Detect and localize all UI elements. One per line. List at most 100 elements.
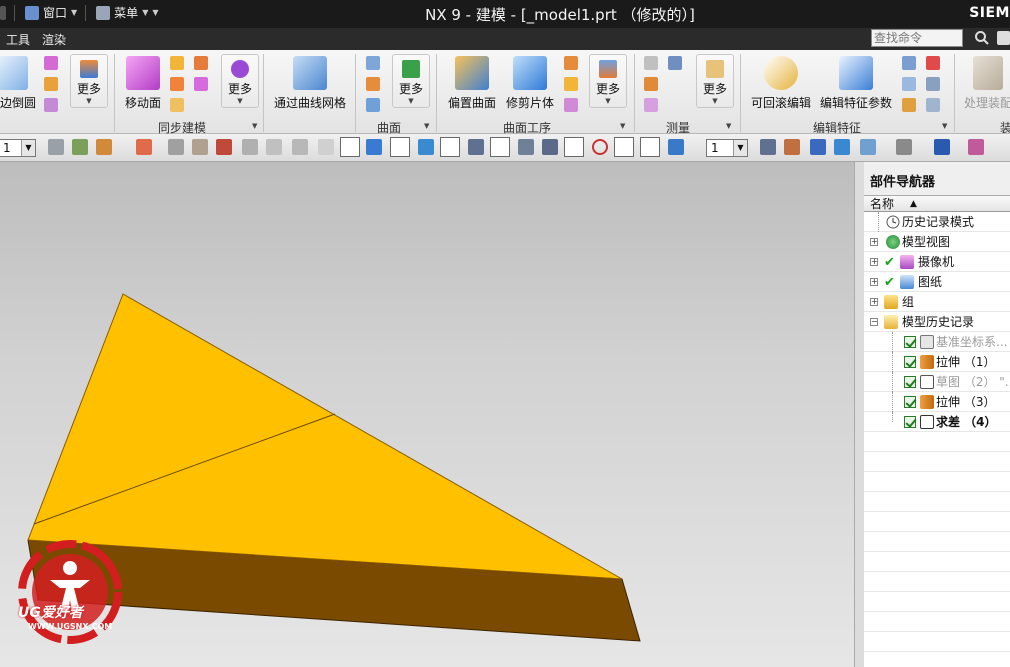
expand-icon[interactable]: +: [870, 258, 878, 266]
visibility-checkbox[interactable]: [904, 416, 916, 428]
render-style-icon[interactable]: [860, 139, 876, 155]
process-assembly-button[interactable]: 处理装配: [960, 56, 1010, 111]
scale-combo[interactable]: 1 ▼: [706, 139, 748, 157]
swept-icon[interactable]: [366, 77, 380, 91]
tree-row-extrude-1[interactable]: 拉伸 （1）: [864, 352, 1010, 372]
measure-distance-icon[interactable]: [644, 56, 658, 70]
replace-face-icon[interactable]: [170, 98, 184, 112]
fit-view-icon[interactable]: [760, 139, 776, 155]
help-icon[interactable]: [996, 30, 1010, 46]
intersection-toggle[interactable]: [490, 137, 510, 157]
search-icon[interactable]: [974, 30, 990, 46]
through-curve-mesh-button[interactable]: 通过曲线网格: [270, 56, 350, 111]
measure-body-icon[interactable]: [644, 98, 658, 112]
component-filter-icon[interactable]: [318, 139, 334, 155]
tree-row-sketch-2[interactable]: 草图 （2） "...: [864, 372, 1010, 392]
group-expand-icon[interactable]: ▼: [252, 122, 257, 130]
pull-face-icon[interactable]: [170, 56, 184, 70]
wcs-icon[interactable]: [934, 139, 950, 155]
tree-row-history-mode[interactable]: 历史记录模式: [864, 212, 1010, 232]
edit-section-icon[interactable]: [968, 139, 984, 155]
menu-render[interactable]: 渲染: [42, 31, 66, 48]
model-top-face[interactable]: [27, 293, 623, 580]
select-body-toggle[interactable]: [340, 137, 360, 157]
collapse-icon[interactable]: −: [870, 318, 878, 326]
remove-params-icon[interactable]: [926, 98, 940, 112]
chamfer-icon[interactable]: [44, 56, 58, 70]
midpoint-icon[interactable]: [418, 139, 434, 155]
measure-angle-icon[interactable]: [644, 77, 658, 91]
quadrant-icon[interactable]: [592, 139, 608, 155]
offset-region-icon[interactable]: [170, 77, 184, 91]
simple-distance-icon[interactable]: [668, 56, 682, 70]
draft-icon[interactable]: [44, 98, 58, 112]
point-on-curve-toggle[interactable]: [640, 137, 660, 157]
curve-rule-icon[interactable]: [168, 139, 184, 155]
resize-blend-icon[interactable]: [194, 56, 208, 70]
view-triad-icon[interactable]: [668, 139, 684, 155]
existing-point-toggle[interactable]: [614, 137, 634, 157]
control-point-icon[interactable]: [468, 139, 484, 155]
arc-center-toggle[interactable]: [564, 137, 584, 157]
panel-splitter[interactable]: [854, 162, 864, 667]
edit-position-icon[interactable]: [902, 56, 916, 70]
face-rule-icon[interactable]: [192, 139, 208, 155]
column-header-name[interactable]: 名称 ▲: [864, 196, 1010, 212]
surface-more-button[interactable]: 更多 ▼: [392, 54, 430, 108]
trim-sheet-button[interactable]: 修剪片体: [502, 56, 558, 111]
surface-ops-more-button[interactable]: 更多 ▼: [589, 54, 627, 108]
endpoint-toggle[interactable]: [440, 137, 460, 157]
unsuppress-feature-icon[interactable]: [926, 77, 940, 91]
reorder-feature-icon[interactable]: [902, 98, 916, 112]
sync-more-button[interactable]: 更多 ▼: [221, 54, 259, 108]
selection-scope-icon[interactable]: [72, 139, 88, 155]
expand-icon[interactable]: +: [870, 238, 878, 246]
zoom-icon[interactable]: [784, 139, 800, 155]
menu-tools[interactable]: 工具: [6, 31, 30, 48]
snap-icon[interactable]: [48, 139, 64, 155]
visibility-checkbox[interactable]: [904, 376, 916, 388]
tree-row-datum-csys[interactable]: 基准坐标系...: [864, 332, 1010, 352]
command-search-input[interactable]: 查找命令: [871, 29, 963, 47]
expand-icon[interactable]: +: [870, 298, 878, 306]
tree-row-model-history[interactable]: − 模型历史记录: [864, 312, 1010, 332]
replace-feature-icon[interactable]: [902, 77, 916, 91]
expand-icon[interactable]: +: [870, 278, 878, 286]
offset-surface-button[interactable]: 偏置曲面: [444, 56, 500, 111]
group-expand-icon[interactable]: ▼: [620, 122, 625, 130]
shell-icon[interactable]: [44, 77, 58, 91]
studio-surface-icon[interactable]: [366, 98, 380, 112]
edit-feature-params-button[interactable]: 编辑特征参数: [816, 56, 896, 111]
group-expand-icon[interactable]: ▼: [942, 122, 947, 130]
sort-ascending-icon[interactable]: ▲: [910, 196, 917, 212]
group-expand-icon[interactable]: ▼: [424, 122, 429, 130]
visibility-checkbox[interactable]: [904, 396, 916, 408]
delete-face-icon[interactable]: [194, 77, 208, 91]
tree-row-drawings[interactable]: + ✔ 图纸: [864, 272, 1010, 292]
rotate-icon[interactable]: [810, 139, 826, 155]
type-filter-combo[interactable]: 1 ▼: [0, 139, 36, 157]
suppress-feature-icon[interactable]: [926, 56, 940, 70]
move-face-button[interactable]: 移动面: [120, 56, 166, 111]
sew-icon[interactable]: [564, 98, 578, 112]
rollback-edit-button[interactable]: 可回滚编辑: [748, 56, 814, 111]
point-snap-icon[interactable]: [136, 139, 152, 155]
thicken-icon[interactable]: [564, 77, 578, 91]
body-filter-icon[interactable]: [292, 139, 308, 155]
tree-row-extrude-3[interactable]: 拉伸 （3）: [864, 392, 1010, 412]
tree-row-model-views[interactable]: + 模型视图: [864, 232, 1010, 252]
edge-blend-button[interactable]: 边倒圆: [0, 56, 38, 111]
point-on-face-icon[interactable]: [366, 139, 382, 155]
tree-row-cameras[interactable]: + ✔ 摄像机: [864, 252, 1010, 272]
measure-more-button[interactable]: 更多 ▼: [696, 54, 734, 108]
visibility-checkbox[interactable]: [904, 356, 916, 368]
tangent-point-icon[interactable]: [542, 139, 558, 155]
visibility-checkbox[interactable]: [904, 336, 916, 348]
tree-row-groups[interactable]: + 组: [864, 292, 1010, 312]
pan-icon[interactable]: [834, 139, 850, 155]
feature-more-button[interactable]: 更多 ▼: [70, 54, 108, 108]
datum-filter-icon[interactable]: [266, 139, 282, 155]
ruled-surface-icon[interactable]: [366, 56, 380, 70]
body-rule-icon[interactable]: [216, 139, 232, 155]
feature-filter-icon[interactable]: [96, 139, 112, 155]
